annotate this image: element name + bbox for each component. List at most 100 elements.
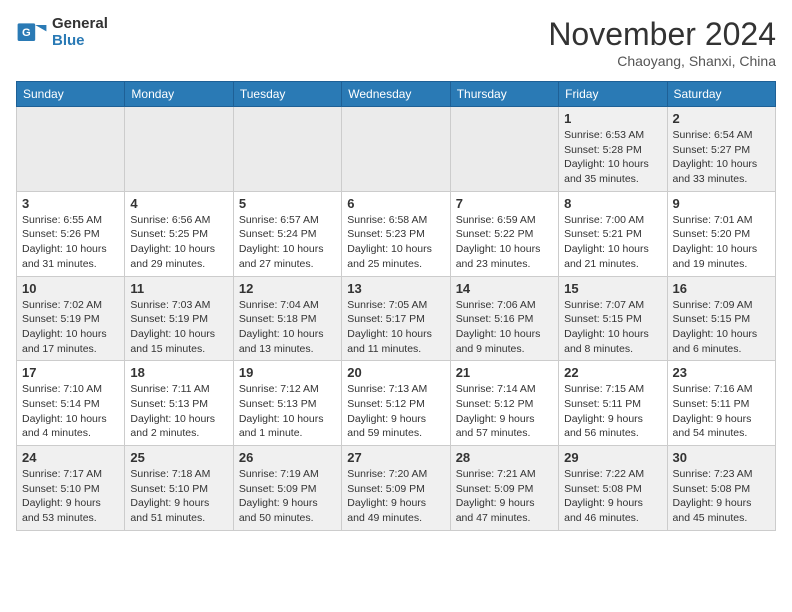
location-subtitle: Chaoyang, Shanxi, China: [548, 53, 776, 69]
day-info: Sunrise: 7:21 AM Sunset: 5:09 PM Dayligh…: [456, 467, 553, 526]
title-area: November 2024 Chaoyang, Shanxi, China: [548, 16, 776, 69]
day-number: 2: [673, 111, 770, 126]
calendar-table: SundayMondayTuesdayWednesdayThursdayFrid…: [16, 81, 776, 531]
weekday-header-tuesday: Tuesday: [233, 82, 341, 107]
calendar-cell: 7Sunrise: 6:59 AM Sunset: 5:22 PM Daylig…: [450, 191, 558, 276]
calendar-cell: 21Sunrise: 7:14 AM Sunset: 5:12 PM Dayli…: [450, 361, 558, 446]
calendar-cell: 25 Sunrise: 7:18 AM Sunset: 5:10 PM Dayli…: [125, 446, 233, 531]
day-number: 4: [130, 196, 227, 211]
day-number: 26: [239, 450, 336, 465]
day-number: 10: [22, 281, 119, 296]
day-number: 14: [456, 281, 553, 296]
day-number: 16: [673, 281, 770, 296]
calendar-cell: [233, 107, 341, 192]
day-info: Sunrise: 7:01 AM Sunset: 5:20 PM Dayligh…: [673, 213, 770, 272]
weekday-header-row: SundayMondayTuesdayWednesdayThursdayFrid…: [17, 82, 776, 107]
calendar-cell: 29Sunrise: 7:22 AM Sunset: 5:08 PM Dayli…: [559, 446, 667, 531]
calendar-cell: [125, 107, 233, 192]
calendar-cell: 1 Sunrise: 6:53 AM Sunset: 5:28 PM Daylig…: [559, 107, 667, 192]
day-info: Sunrise: 6:54 AM Sunset: 5:27 PM Dayligh…: [673, 128, 770, 187]
day-number: 7: [456, 196, 553, 211]
day-info: Sunrise: 7:05 AM Sunset: 5:17 PM Dayligh…: [347, 298, 444, 357]
calendar-cell: 19 Sunrise: 7:12 AM Sunset: 5:13 PM Dayli…: [233, 361, 341, 446]
day-number: 18: [130, 365, 227, 380]
day-number: 23: [673, 365, 770, 380]
calendar-cell: 18 Sunrise: 7:11 AM Sunset: 5:13 PM Dayli…: [125, 361, 233, 446]
day-number: 3: [22, 196, 119, 211]
day-number: 9: [673, 196, 770, 211]
logo-icon: G: [16, 17, 48, 49]
day-number: 17: [22, 365, 119, 380]
calendar-cell: 10 Sunrise: 7:02 AM Sunset: 5:19 PM Dayli…: [17, 276, 125, 361]
day-number: 24: [22, 450, 119, 465]
weekday-header-saturday: Saturday: [667, 82, 775, 107]
calendar-cell: [17, 107, 125, 192]
logo-general: General: [52, 16, 108, 33]
day-info: Sunrise: 7:09 AM Sunset: 5:15 PM Dayligh…: [673, 298, 770, 357]
day-number: 6: [347, 196, 444, 211]
day-info: Sunrise: 7:03 AM Sunset: 5:19 PM Dayligh…: [130, 298, 227, 357]
day-number: 13: [347, 281, 444, 296]
calendar-cell: 20Sunrise: 7:13 AM Sunset: 5:12 PM Dayli…: [342, 361, 450, 446]
calendar-cell: 22Sunrise: 7:15 AM Sunset: 5:11 PM Dayli…: [559, 361, 667, 446]
day-number: 15: [564, 281, 661, 296]
calendar-cell: 4 Sunrise: 6:56 AM Sunset: 5:25 PM Daylig…: [125, 191, 233, 276]
calendar-cell: 23 Sunrise: 7:16 AM Sunset: 5:11 PM Dayli…: [667, 361, 775, 446]
calendar-cell: 6Sunrise: 6:58 AM Sunset: 5:23 PM Daylig…: [342, 191, 450, 276]
calendar-cell: 17 Sunrise: 7:10 AM Sunset: 5:14 PM Dayli…: [17, 361, 125, 446]
logo: G General Blue: [16, 16, 108, 49]
calendar-cell: [342, 107, 450, 192]
calendar-cell: 14 Sunrise: 7:06 AM Sunset: 5:16 PM Dayli…: [450, 276, 558, 361]
calendar-cell: 28 Sunrise: 7:21 AM Sunset: 5:09 PM Dayli…: [450, 446, 558, 531]
calendar-week-row: 3 Sunrise: 6:55 AM Sunset: 5:26 PM Daylig…: [17, 191, 776, 276]
day-number: 8: [564, 196, 661, 211]
day-info: Sunrise: 7:13 AM Sunset: 5:12 PM Dayligh…: [347, 382, 444, 441]
day-info: Sunrise: 7:06 AM Sunset: 5:16 PM Dayligh…: [456, 298, 553, 357]
day-info: Sunrise: 6:56 AM Sunset: 5:25 PM Dayligh…: [130, 213, 227, 272]
day-info: Sunrise: 7:16 AM Sunset: 5:11 PM Dayligh…: [673, 382, 770, 441]
day-info: Sunrise: 7:19 AM Sunset: 5:09 PM Dayligh…: [239, 467, 336, 526]
day-number: 27: [347, 450, 444, 465]
weekday-header-sunday: Sunday: [17, 82, 125, 107]
day-info: Sunrise: 7:18 AM Sunset: 5:10 PM Dayligh…: [130, 467, 227, 526]
weekday-header-friday: Friday: [559, 82, 667, 107]
logo-text: General Blue: [52, 16, 108, 49]
day-info: Sunrise: 6:57 AM Sunset: 5:24 PM Dayligh…: [239, 213, 336, 272]
calendar-cell: 15 Sunrise: 7:07 AM Sunset: 5:15 PM Dayli…: [559, 276, 667, 361]
calendar-cell: 9 Sunrise: 7:01 AM Sunset: 5:20 PM Daylig…: [667, 191, 775, 276]
day-info: Sunrise: 7:15 AM Sunset: 5:11 PM Dayligh…: [564, 382, 661, 441]
calendar-cell: 27 Sunrise: 7:20 AM Sunset: 5:09 PM Dayli…: [342, 446, 450, 531]
calendar-week-row: 1 Sunrise: 6:53 AM Sunset: 5:28 PM Daylig…: [17, 107, 776, 192]
calendar-cell: 11Sunrise: 7:03 AM Sunset: 5:19 PM Dayli…: [125, 276, 233, 361]
day-number: 21: [456, 365, 553, 380]
day-info: Sunrise: 6:55 AM Sunset: 5:26 PM Dayligh…: [22, 213, 119, 272]
calendar-cell: 16 Sunrise: 7:09 AM Sunset: 5:15 PM Dayli…: [667, 276, 775, 361]
day-info: Sunrise: 7:23 AM Sunset: 5:08 PM Dayligh…: [673, 467, 770, 526]
day-number: 29: [564, 450, 661, 465]
weekday-header-wednesday: Wednesday: [342, 82, 450, 107]
calendar-cell: 12Sunrise: 7:04 AM Sunset: 5:18 PM Dayli…: [233, 276, 341, 361]
day-info: Sunrise: 7:12 AM Sunset: 5:13 PM Dayligh…: [239, 382, 336, 441]
day-number: 5: [239, 196, 336, 211]
calendar-cell: 24Sunrise: 7:17 AM Sunset: 5:10 PM Dayli…: [17, 446, 125, 531]
day-info: Sunrise: 7:10 AM Sunset: 5:14 PM Dayligh…: [22, 382, 119, 441]
calendar-cell: 3 Sunrise: 6:55 AM Sunset: 5:26 PM Daylig…: [17, 191, 125, 276]
calendar-cell: 26 Sunrise: 7:19 AM Sunset: 5:09 PM Dayli…: [233, 446, 341, 531]
calendar-cell: 5 Sunrise: 6:57 AM Sunset: 5:24 PM Daylig…: [233, 191, 341, 276]
day-number: 12: [239, 281, 336, 296]
day-number: 19: [239, 365, 336, 380]
weekday-header-monday: Monday: [125, 82, 233, 107]
day-info: Sunrise: 7:20 AM Sunset: 5:09 PM Dayligh…: [347, 467, 444, 526]
day-number: 1: [564, 111, 661, 126]
month-title: November 2024: [548, 16, 776, 53]
day-number: 28: [456, 450, 553, 465]
day-number: 25: [130, 450, 227, 465]
calendar-cell: 30Sunrise: 7:23 AM Sunset: 5:08 PM Dayli…: [667, 446, 775, 531]
calendar-cell: [450, 107, 558, 192]
day-info: Sunrise: 7:11 AM Sunset: 5:13 PM Dayligh…: [130, 382, 227, 441]
calendar-cell: 2 Sunrise: 6:54 AM Sunset: 5:27 PM Daylig…: [667, 107, 775, 192]
day-info: Sunrise: 6:53 AM Sunset: 5:28 PM Dayligh…: [564, 128, 661, 187]
day-info: Sunrise: 7:02 AM Sunset: 5:19 PM Dayligh…: [22, 298, 119, 357]
day-info: Sunrise: 7:07 AM Sunset: 5:15 PM Dayligh…: [564, 298, 661, 357]
calendar-week-row: 24Sunrise: 7:17 AM Sunset: 5:10 PM Dayli…: [17, 446, 776, 531]
